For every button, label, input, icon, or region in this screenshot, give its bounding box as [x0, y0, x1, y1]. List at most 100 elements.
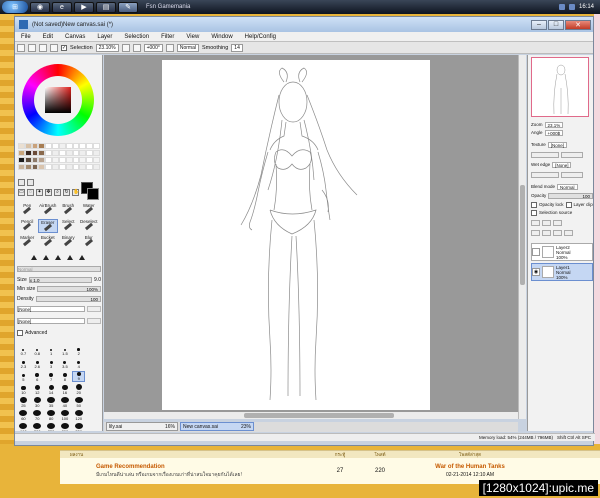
- brush-size-cell[interactable]: 70: [31, 410, 44, 421]
- tip-shape-button[interactable]: [67, 255, 73, 260]
- brush-size-cell[interactable]: 3: [45, 358, 58, 369]
- brush-size-cell[interactable]: 5: [17, 371, 30, 382]
- new-linework-icon[interactable]: [542, 219, 551, 226]
- vertical-scrollbar[interactable]: [518, 55, 526, 419]
- texture-scale-field[interactable]: [531, 151, 559, 158]
- canvas-area[interactable]: [104, 55, 518, 419]
- tool-select[interactable]: Select: [58, 219, 79, 233]
- invert-selection-icon[interactable]: [50, 43, 58, 52]
- brush-size-cell[interactable]: 300: [58, 423, 71, 431]
- menu-selection[interactable]: Selection: [118, 34, 155, 40]
- brush-size-cell[interactable]: 80: [45, 410, 58, 421]
- maximize-button[interactable]: □: [548, 19, 564, 30]
- swatch-row[interactable]: [18, 164, 100, 170]
- copy-layer-icon[interactable]: [531, 229, 540, 236]
- swatch-row[interactable]: [18, 143, 100, 149]
- tip-shape-button[interactable]: [43, 255, 49, 260]
- hand-tool-icon[interactable]: ✋: [72, 189, 79, 196]
- zoom-out-icon[interactable]: [132, 43, 141, 52]
- brush-size-cell[interactable]: 250: [45, 423, 58, 431]
- layer-clip-checkbox[interactable]: [565, 201, 572, 208]
- size-value[interactable]: 9.0: [94, 277, 101, 283]
- texture-select-1[interactable]: [None]: [17, 305, 85, 312]
- minimize-button[interactable]: –: [531, 19, 547, 30]
- layer-opacity-slider[interactable]: 100: [548, 192, 593, 199]
- media-taskbar-icon[interactable]: ▶: [74, 1, 94, 13]
- magic-wand-icon[interactable]: ✦: [36, 189, 43, 196]
- tool-pen[interactable]: Pen: [17, 203, 38, 217]
- clock[interactable]: 16:14: [579, 4, 594, 10]
- brush-size-cell[interactable]: 8: [58, 371, 71, 382]
- last-post-link[interactable]: War of the Human Tanks: [435, 464, 505, 470]
- tool-marker[interactable]: Marker: [17, 235, 38, 249]
- brush-size-cell[interactable]: 200: [31, 423, 44, 431]
- file-tab-active[interactable]: New canvas.sai 23%: [180, 422, 254, 431]
- menu-filter[interactable]: Filter: [155, 34, 180, 40]
- file-tab[interactable]: lily.sai 16%: [106, 422, 178, 431]
- smoothing-select[interactable]: 14: [231, 43, 243, 52]
- forum-title-link[interactable]: Game Recommendation: [96, 464, 165, 470]
- select-tool-icon[interactable]: ▭: [18, 189, 25, 196]
- rotate-icon[interactable]: [165, 43, 174, 52]
- rotate-tool-icon[interactable]: ↻: [63, 189, 70, 196]
- brush-mode-select[interactable]: Normal: [17, 265, 101, 272]
- menu-file[interactable]: File: [15, 34, 37, 40]
- deselect-icon[interactable]: [39, 43, 47, 52]
- visibility-eye-icon[interactable]: [532, 248, 540, 256]
- brush-size-cell[interactable]: 100: [58, 410, 71, 421]
- background-color[interactable]: [87, 188, 99, 200]
- brush-size-cell[interactable]: 4: [72, 358, 85, 369]
- advanced-checkbox[interactable]: [17, 329, 23, 336]
- brush-size-cell[interactable]: 25: [17, 397, 30, 408]
- merge-down-icon[interactable]: [542, 229, 551, 236]
- clear-layer-icon[interactable]: [553, 229, 562, 236]
- texture-button-1[interactable]: [87, 305, 101, 312]
- wetedge-strength-field[interactable]: [561, 171, 583, 178]
- rotation-field[interactable]: +000°: [143, 43, 163, 52]
- ie-taskbar-icon[interactable]: e: [52, 1, 72, 13]
- volume-icon[interactable]: [568, 4, 575, 10]
- redo-icon[interactable]: [28, 43, 36, 52]
- brush-size-cell[interactable]: 10: [17, 384, 30, 395]
- texture-strength-field[interactable]: [561, 151, 583, 158]
- color-mode-icon[interactable]: [18, 179, 25, 186]
- brush-size-cell[interactable]: 2.3: [17, 358, 30, 369]
- brush-size-cell[interactable]: 35: [45, 397, 58, 408]
- brush-size-cell[interactable]: 20: [72, 384, 85, 395]
- move-icon[interactable]: ✥: [45, 189, 52, 196]
- swap-icon[interactable]: [27, 179, 34, 186]
- menu-layer[interactable]: Layer: [91, 34, 118, 40]
- tool-deselect[interactable]: Deselect: [79, 219, 100, 233]
- opacity-lock-checkbox[interactable]: [531, 201, 537, 208]
- zoom-tool-icon[interactable]: ⌕: [54, 189, 61, 196]
- brush-size-cell[interactable]: 14: [45, 384, 58, 395]
- vertical-scroll-thumb[interactable]: [520, 185, 525, 285]
- swatch-row[interactable]: [18, 157, 100, 163]
- horizontal-scroll-thumb[interactable]: [244, 413, 394, 418]
- title-bar[interactable]: (Not saved)New canvas.sai (*) – □ ✕: [15, 17, 593, 32]
- new-folder-icon[interactable]: [553, 219, 562, 226]
- sai-taskbar-icon[interactable]: ✎: [118, 1, 138, 13]
- visibility-eye-icon[interactable]: ◉: [532, 268, 540, 276]
- density-slider[interactable]: 100: [35, 295, 101, 302]
- texture-select-2[interactable]: [None]: [17, 317, 85, 324]
- horizontal-scrollbar[interactable]: [104, 412, 518, 419]
- size-multiplier-select[interactable]: x 1.0: [28, 276, 93, 283]
- tool-blur[interactable]: Blur: [79, 235, 100, 249]
- delete-layer-icon[interactable]: [564, 229, 573, 236]
- selection-source-checkbox[interactable]: [531, 209, 537, 216]
- brush-size-cell[interactable]: 60: [17, 410, 30, 421]
- layer-item-selected[interactable]: ◉ Layer1 Normal 100%: [531, 263, 593, 281]
- brush-size-cell[interactable]: 1.5: [58, 345, 71, 356]
- swatch-row[interactable]: [18, 150, 100, 156]
- browser-tab[interactable]: Fsn Gamemania: [142, 2, 194, 13]
- menu-help[interactable]: Help/Config: [239, 34, 282, 40]
- tool-eraser[interactable]: Eraser: [37, 219, 58, 233]
- brush-size-cell[interactable]: 9: [72, 371, 86, 382]
- tool-bucket[interactable]: Bucket: [38, 235, 59, 249]
- brush-size-cell[interactable]: 0.8: [31, 345, 44, 356]
- brush-size-cell[interactable]: 1: [45, 345, 58, 356]
- layer-item[interactable]: Layer2 Normal 100%: [531, 243, 593, 261]
- tool-brush[interactable]: Brush: [58, 203, 79, 217]
- menu-window[interactable]: Window: [205, 34, 238, 40]
